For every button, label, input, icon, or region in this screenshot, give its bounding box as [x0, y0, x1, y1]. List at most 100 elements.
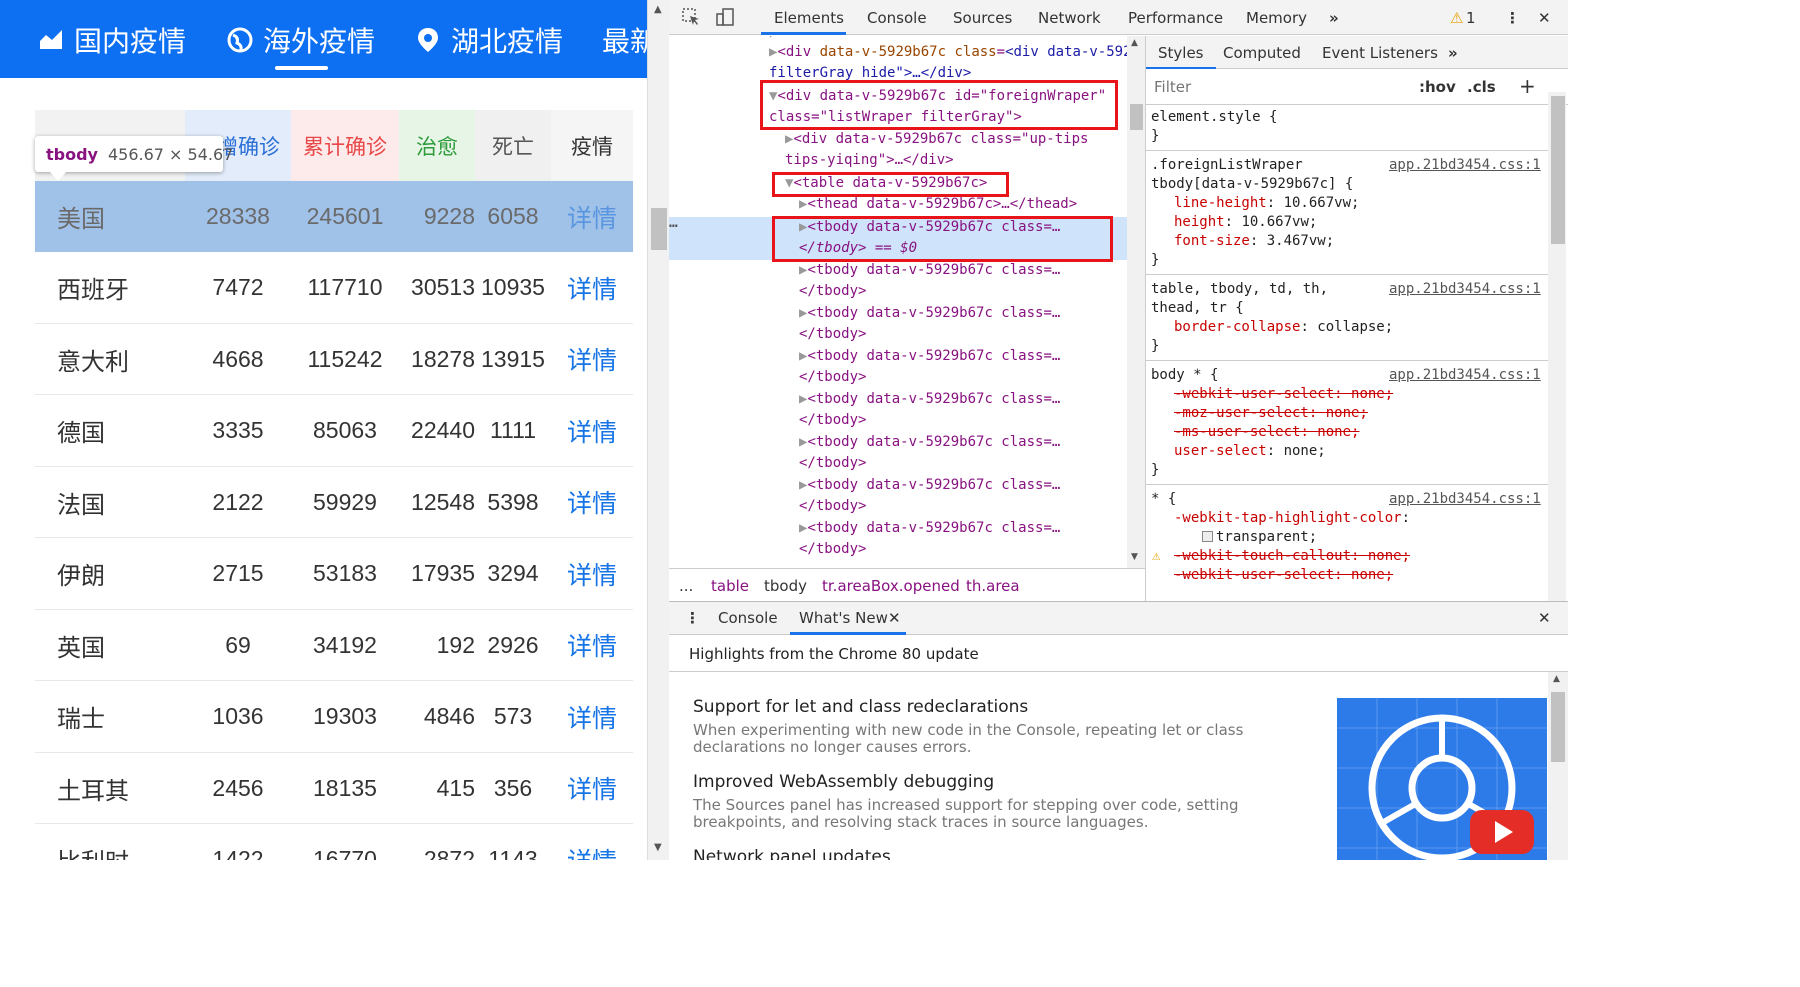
scroll-up-icon[interactable]: ▲: [654, 4, 662, 15]
tab-network[interactable]: Network: [1038, 9, 1101, 27]
tab-memory[interactable]: Memory: [1246, 9, 1307, 27]
css-property[interactable]: border-collapse: collapse;: [1174, 318, 1393, 337]
scrollbar-thumb[interactable]: [1551, 692, 1565, 762]
rule-divider: [1146, 484, 1548, 485]
table-row[interactable]: 土耳其 2456 18135 415 356 详情: [35, 753, 633, 824]
scrollbar-thumb[interactable]: [1551, 96, 1565, 244]
hover-state-button[interactable]: :hov: [1419, 78, 1456, 96]
breadcrumb-tr[interactable]: tr.areaBox.opened: [822, 577, 960, 595]
details-link[interactable]: 详情: [551, 627, 633, 663]
css-property[interactable]: -webkit-user-select: none;: [1174, 566, 1393, 585]
inspect-element-icon[interactable]: [681, 7, 701, 31]
tab-console[interactable]: Console: [867, 9, 927, 27]
css-property[interactable]: -webkit-tap-highlight-color:: [1174, 509, 1410, 528]
close-drawer-icon[interactable]: ✕: [1538, 609, 1551, 627]
css-property[interactable]: font-size: 3.467vw;: [1174, 232, 1334, 251]
details-link[interactable]: 详情: [551, 199, 633, 235]
rule-source-link[interactable]: app.21bd3454.css:1: [1389, 280, 1541, 299]
table-row[interactable]: 瑞士 1036 19303 4846 573 详情: [35, 682, 633, 753]
rule-source-link[interactable]: app.21bd3454.css:1: [1389, 156, 1541, 175]
tree-node-tbody[interactable]: ▶<tbody data-v-5929b67c class=…: [799, 475, 1060, 496]
table-row[interactable]: 比利时 1422 16770 2872 1143 详情: [35, 825, 633, 861]
header-deaths: 死亡: [475, 110, 551, 181]
breadcrumb-tbody[interactable]: tbody: [764, 577, 807, 595]
details-link[interactable]: 详情: [551, 770, 633, 806]
tree-node-listnav[interactable]: ▶<div data-v-5929b67c class=<div data-v-…: [769, 42, 1127, 63]
class-toggle-button[interactable]: .cls: [1467, 78, 1496, 96]
tab-sources[interactable]: Sources: [953, 9, 1012, 27]
tab-latest[interactable]: 最新: [602, 20, 647, 60]
css-property[interactable]: -webkit-user-select: none;: [1174, 385, 1393, 404]
tab-computed[interactable]: Computed: [1223, 44, 1301, 62]
drawer-menu-icon[interactable]: ⋮: [685, 609, 700, 627]
tab-hubei[interactable]: 湖北疫情: [415, 20, 563, 60]
tree-node-tbody[interactable]: ▶<tbody data-v-5929b67c class=…: [799, 260, 1060, 281]
node-ellipsis-icon[interactable]: ⋯: [669, 216, 677, 237]
styles-scrollbar[interactable]: [1548, 92, 1566, 601]
breadcrumb-ellipsis[interactable]: ...: [679, 577, 693, 595]
details-link[interactable]: 详情: [551, 484, 633, 520]
drawer-scrollbar[interactable]: ▲: [1548, 672, 1568, 860]
new-rule-button[interactable]: +: [1519, 74, 1536, 98]
tree-node-tbody[interactable]: ▶<tbody data-v-5929b67c class=…: [799, 518, 1060, 539]
scroll-up-icon[interactable]: ▲: [1553, 674, 1560, 684]
css-property[interactable]: transparent;: [1202, 528, 1317, 547]
tree-node-thead[interactable]: ▶<thead data-v-5929b67c>…</thead>: [799, 194, 1077, 215]
breadcrumb-th[interactable]: th.area: [966, 577, 1020, 595]
tab-performance[interactable]: Performance: [1128, 9, 1223, 27]
tab-console[interactable]: Console: [718, 609, 778, 627]
details-link[interactable]: 详情: [551, 556, 633, 592]
tab-elements[interactable]: Elements: [774, 9, 844, 27]
tree-node-tbody[interactable]: ▶<tbody data-v-5929b67c class=…: [799, 432, 1060, 453]
scrollbar-thumb[interactable]: [651, 208, 667, 250]
scroll-down-icon[interactable]: ▼: [654, 842, 662, 853]
table-row[interactable]: 美国 28338 245601 9228 6058 详情: [35, 181, 633, 252]
details-link[interactable]: 详情: [551, 341, 633, 377]
css-property[interactable]: -ms-user-select: none;: [1174, 423, 1359, 442]
css-property[interactable]: height: 10.667vw;: [1174, 213, 1317, 232]
breadcrumb-table[interactable]: table: [711, 577, 749, 595]
tree-node-tbody[interactable]: ▶<tbody data-v-5929b67c class=…: [799, 346, 1060, 367]
scroll-up-icon[interactable]: ▲: [1131, 38, 1138, 48]
table-row[interactable]: 意大利 4668 115242 18278 13915 详情: [35, 324, 633, 395]
property-name: -webkit-tap-highlight-color: [1174, 510, 1402, 526]
kebab-menu-icon[interactable]: ⋮: [1505, 9, 1520, 27]
elements-scrollbar[interactable]: ▲ ▼: [1127, 36, 1145, 568]
tab-domestic[interactable]: 国内疫情: [38, 20, 186, 60]
tab-label: 最新: [602, 25, 647, 58]
page-scrollbar[interactable]: ▲ ▼: [647, 0, 669, 860]
more-tabs-button[interactable]: »: [1448, 44, 1458, 62]
rule-source-link[interactable]: app.21bd3454.css:1: [1389, 490, 1541, 509]
device-toolbar-icon[interactable]: [715, 7, 735, 31]
tab-styles[interactable]: Styles: [1158, 44, 1204, 62]
css-property[interactable]: -webkit-touch-callout: none; ⚠: [1152, 547, 1410, 566]
tree-node-up-tips[interactable]: ▶<div data-v-5929b67c class="up-tips: [785, 129, 1088, 150]
table-row[interactable]: 英国 69 34192 192 2926 详情: [35, 610, 633, 681]
styles-filter-input[interactable]: [1150, 74, 1405, 99]
details-link[interactable]: 详情: [551, 270, 633, 306]
details-link[interactable]: 详情: [551, 699, 633, 735]
color-swatch-icon[interactable]: [1202, 531, 1213, 542]
close-devtools-icon[interactable]: ✕: [1538, 9, 1551, 27]
country-cell: 美国: [57, 206, 105, 233]
css-property[interactable]: user-select: none;: [1174, 442, 1326, 461]
tree-node-tbody[interactable]: ▶<tbody data-v-5929b67c class=…: [799, 389, 1060, 410]
table-row[interactable]: 法国 2122 59929 12548 5398 详情: [35, 467, 633, 538]
scroll-down-icon[interactable]: ▼: [1131, 552, 1138, 562]
rule-source-link[interactable]: app.21bd3454.css:1: [1389, 366, 1541, 385]
details-link[interactable]: 详情: [551, 842, 633, 861]
table-row[interactable]: 西班牙 7472 117710 30513 10935 详情: [35, 253, 633, 324]
table-row[interactable]: 伊朗 2715 53183 17935 3294 详情: [35, 539, 633, 610]
tree-node-tbody[interactable]: ▶<tbody data-v-5929b67c class=…: [799, 303, 1060, 324]
scrollbar-thumb[interactable]: [1130, 104, 1143, 130]
details-link[interactable]: 详情: [551, 413, 633, 449]
warning-icon[interactable]: ⚠: [1450, 9, 1463, 27]
tab-event-listeners[interactable]: Event Listeners: [1322, 44, 1438, 62]
tab-whats-new[interactable]: What's New: [799, 609, 888, 627]
css-property[interactable]: -moz-user-select: none;: [1174, 404, 1368, 423]
css-property[interactable]: line-height: 10.667vw;: [1174, 194, 1359, 213]
close-tab-icon[interactable]: ✕: [888, 609, 901, 627]
table-row[interactable]: 德国 3335 85063 22440 1111 详情: [35, 396, 633, 467]
more-tabs-button[interactable]: »: [1329, 9, 1339, 27]
tab-overseas[interactable]: 海外疫情: [227, 20, 375, 60]
